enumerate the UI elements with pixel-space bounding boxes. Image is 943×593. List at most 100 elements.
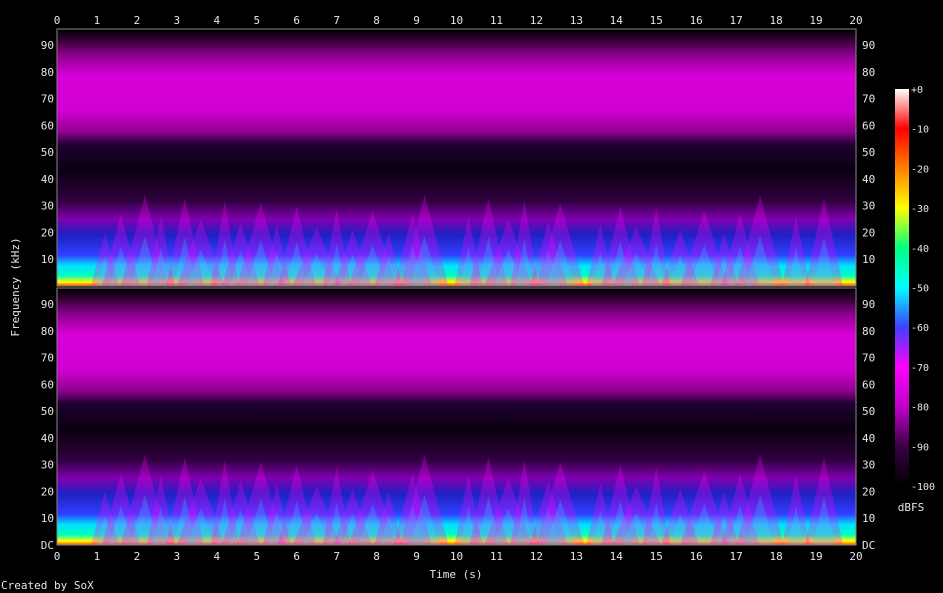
y-tick-label: 30 — [862, 200, 875, 213]
colorbar-tick-label: -90 — [911, 442, 929, 453]
y-tick-label: 40 — [862, 432, 875, 445]
y-tick-label: 90 — [862, 39, 875, 52]
y-tick-label: 80 — [862, 325, 875, 338]
y-tick-label: 10 — [862, 253, 875, 266]
sox-credit: Created by SoX — [1, 579, 94, 592]
y-tick-label: 70 — [41, 352, 54, 365]
colorbar-tick-label: +0 — [911, 85, 923, 96]
y-tick-label: 10 — [862, 512, 875, 525]
y-tick-label: 20 — [41, 226, 54, 239]
y-tick-label: 60 — [41, 119, 54, 132]
y-tick-label: 60 — [862, 119, 875, 132]
x-tick-label: 14 — [610, 14, 624, 27]
y-tick-label: 30 — [41, 200, 54, 213]
x-tick-label: 1 — [94, 14, 101, 27]
colorbar-tick-label: -40 — [911, 244, 929, 255]
x-tick-label: 10 — [450, 550, 463, 563]
x-tick-label: 12 — [530, 550, 543, 563]
colorbar-tick-label: -10 — [911, 125, 929, 136]
y-tick-label: 90 — [41, 39, 54, 52]
y-tick-label: 60 — [862, 378, 875, 391]
colorbar-tick-label: -60 — [911, 323, 929, 334]
x-tick-label: 13 — [570, 550, 583, 563]
y-tick-label: DC — [862, 539, 875, 552]
x-tick-label: 19 — [809, 550, 822, 563]
x-tick-label: 12 — [530, 14, 543, 27]
x-tick-label: 1 — [94, 550, 101, 563]
x-tick-label: 5 — [253, 14, 260, 27]
x-tick-label: 5 — [253, 550, 260, 563]
x-tick-label: 9 — [413, 14, 420, 27]
x-tick-label: 4 — [213, 14, 220, 27]
y-tick-label: 40 — [41, 432, 54, 445]
x-tick-label: 19 — [809, 14, 822, 27]
y-tick-label: 40 — [41, 173, 54, 186]
x-tick-label: 8 — [373, 14, 380, 27]
x-tick-label: 9 — [413, 550, 420, 563]
x-tick-label: 18 — [769, 14, 782, 27]
x-tick-label: 16 — [690, 14, 703, 27]
x-tick-label: 15 — [650, 14, 663, 27]
x-tick-label: 2 — [134, 14, 141, 27]
y-tick-label: 50 — [862, 405, 875, 418]
x-tick-label: 7 — [333, 550, 340, 563]
y-tick-label: 70 — [41, 93, 54, 106]
x-tick-labels-top: 0 1 2 3 4 5 6 7 8 9 10 11 12 13 14 15 16 17 18 19 20 — [54, 14, 863, 27]
x-tick-label: 2 — [134, 550, 141, 563]
x-tick-label: 17 — [730, 14, 743, 27]
x-tick-labels-bottom: 0 1 2 3 4 5 6 7 8 9 10 11 12 13 14 15 16 17 18 19 20 — [54, 550, 863, 563]
y-tick-label: 60 — [41, 378, 54, 391]
y-tick-label: 70 — [862, 93, 875, 106]
x-tick-label: 8 — [373, 550, 380, 563]
spectrogram-figure: 0 1 2 3 4 5 6 7 8 9 10 11 12 13 14 15 16 17 18 19 20 0123456… — [9, 14, 935, 581]
colorbar-tick-label: -20 — [911, 164, 929, 175]
y-tick-label: 70 — [862, 352, 875, 365]
y-tick-label: 50 — [41, 405, 54, 418]
channel-bottom — [56, 287, 857, 546]
colorbar-tick-label: -50 — [911, 284, 929, 295]
y-axis-label: Frequency (kHz) — [9, 237, 22, 336]
x-tick-label: 0 — [54, 550, 61, 563]
x-tick-label: 4 — [213, 550, 220, 563]
x-tick-label: 14 — [610, 550, 624, 563]
y-tick-label: 30 — [862, 459, 875, 472]
colorbar-tick-label: -100 — [911, 482, 935, 493]
x-tick-label: 15 — [650, 550, 663, 563]
y-tick-label: 50 — [41, 146, 54, 159]
x-axis-label: Time (s) — [430, 568, 483, 581]
channel-top — [56, 28, 857, 287]
y-tick-label: 80 — [862, 66, 875, 79]
y-tick-label: 80 — [41, 325, 54, 338]
x-tick-label: 10 — [450, 14, 463, 27]
x-tick-label: 7 — [333, 14, 340, 27]
y-tick-label: 20 — [862, 485, 875, 498]
y-tick-label: 10 — [41, 253, 54, 266]
y-tick-label: 90 — [41, 298, 54, 311]
x-tick-label: 11 — [490, 550, 503, 563]
y-tick-label: 10 — [41, 512, 54, 525]
colorbar-label: dBFS — [898, 501, 925, 514]
x-tick-label: 18 — [769, 550, 782, 563]
colorbar-tick-label: -80 — [911, 403, 929, 414]
y-tick-label: 50 — [862, 146, 875, 159]
y-tick-label: 20 — [41, 485, 54, 498]
x-tick-label: 16 — [690, 550, 703, 563]
x-tick-label: 13 — [570, 14, 583, 27]
y-tick-label: 30 — [41, 459, 54, 472]
x-tick-label: 0 — [54, 14, 61, 27]
x-tick-label: 20 — [849, 14, 862, 27]
y-tick-label: 90 — [862, 298, 875, 311]
x-tick-label: 6 — [293, 14, 300, 27]
x-tick-label: 17 — [730, 550, 743, 563]
x-tick-label: 20 — [849, 550, 862, 563]
y-tick-label: 80 — [41, 66, 54, 79]
y-tick-label: 40 — [862, 173, 875, 186]
colorbar: +0 -10 -20 -30 -40 -50 -60 -70 -80 -90 -100 dBFS — [895, 85, 935, 514]
colorbar-gradient — [895, 89, 909, 486]
x-tick-label: 6 — [293, 550, 300, 563]
x-tick-label: 3 — [174, 14, 181, 27]
y-tick-label: DC — [41, 539, 54, 552]
x-tick-label: 3 — [174, 550, 181, 563]
x-tick-label: 11 — [490, 14, 503, 27]
colorbar-tick-label: -30 — [911, 204, 929, 215]
